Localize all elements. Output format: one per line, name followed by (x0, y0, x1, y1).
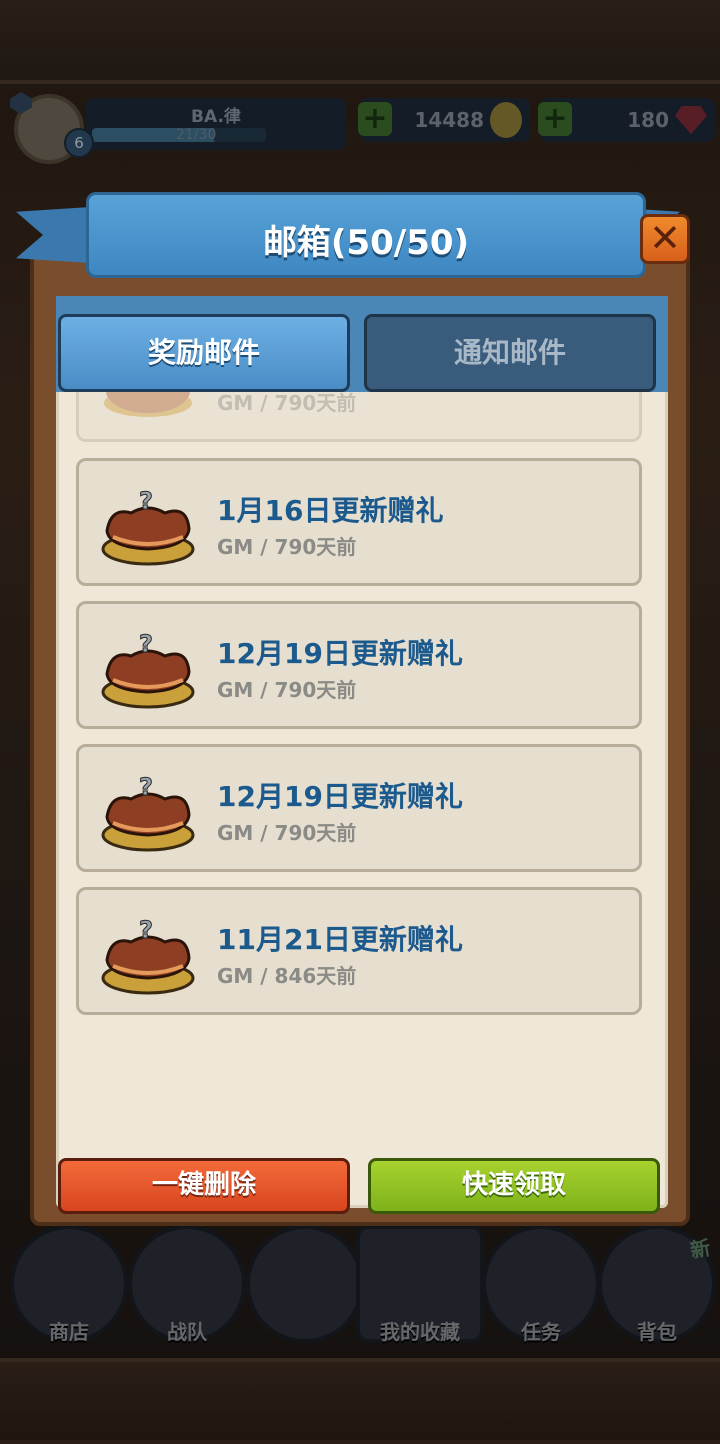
mail-title: 12月19日更新赠礼 (217, 637, 463, 670)
delete-all-button[interactable]: 一键删除 (58, 1158, 350, 1214)
mystery-gift-icon: ? (101, 916, 195, 995)
mailbox-dialog: 邮箱(50/50) ✕ 奖励邮件 通知邮件 GM / 790天前 ? 1月16日… (16, 186, 704, 1232)
mail-title: 11月21日更新赠礼 (217, 923, 463, 956)
mail-title: 1月16日更新赠礼 (217, 494, 444, 527)
mystery-gift-icon: ? (101, 487, 195, 566)
mystery-gift-icon: ? (101, 630, 195, 709)
close-button[interactable]: ✕ (640, 214, 690, 264)
mail-item[interactable]: ? 1月16日更新赠礼 GM / 790天前 (76, 458, 642, 586)
mail-item[interactable]: GM / 790天前 (76, 392, 642, 442)
mail-item[interactable]: ? 12月19日更新赠礼 GM / 790天前 (76, 744, 642, 872)
quick-claim-button[interactable]: 快速领取 (368, 1158, 660, 1214)
tab-notice-mail[interactable]: 通知邮件 (364, 314, 656, 392)
gift-pie-icon (104, 392, 192, 417)
mail-meta: GM / 790天前 (217, 678, 357, 702)
svg-text:?: ? (139, 630, 153, 658)
mail-meta: GM / 846天前 (217, 964, 357, 988)
mailbox-title: 邮箱(50/50) (262, 223, 470, 263)
svg-text:?: ? (139, 773, 153, 801)
svg-text:?: ? (139, 916, 153, 944)
mail-title: 12月19日更新赠礼 (217, 780, 463, 813)
mail-item[interactable]: ? 11月21日更新赠礼 GM / 846天前 (76, 887, 642, 1015)
close-icon: ✕ (649, 216, 681, 260)
mail-list[interactable]: GM / 790天前 ? 1月16日更新赠礼 GM / 790天前 ? 12月1… (56, 392, 668, 1112)
title-ribbon: 邮箱(50/50) (86, 192, 646, 278)
svg-text:?: ? (139, 487, 153, 515)
mystery-gift-icon: ? (101, 773, 195, 852)
mail-item[interactable]: ? 12月19日更新赠礼 GM / 790天前 (76, 601, 642, 729)
mail-meta: GM / 790天前 (217, 392, 357, 415)
mail-meta: GM / 790天前 (217, 535, 357, 559)
tab-reward-mail[interactable]: 奖励邮件 (58, 314, 350, 392)
mail-meta: GM / 790天前 (217, 821, 357, 845)
